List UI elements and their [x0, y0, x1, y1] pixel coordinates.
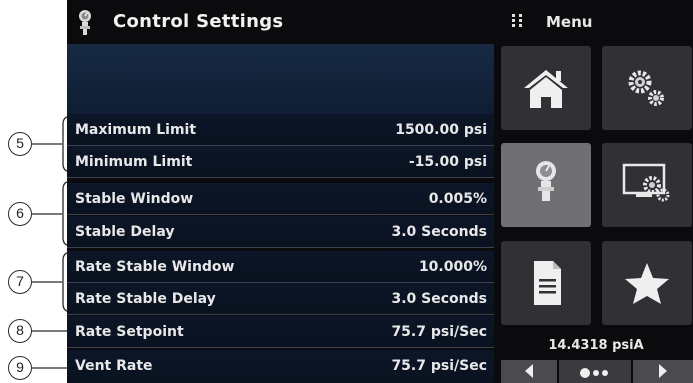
callout-5: 5 [8, 132, 32, 156]
setting-value: 75.7 psi/Sec [391, 358, 487, 374]
setting-row-vent-rate[interactable]: Vent Rate 75.7 psi/Sec [67, 350, 494, 383]
setting-row-minimum-limit[interactable]: Minimum Limit -15.00 psi [67, 146, 494, 178]
home-tile[interactable] [501, 46, 591, 130]
menu-label: Menu [546, 13, 593, 31]
document-tile[interactable] [501, 241, 591, 325]
setting-row-rate-setpoint[interactable]: Rate Setpoint 75.7 psi/Sec [67, 316, 494, 348]
menu-header[interactable]: Menu [499, 0, 693, 44]
page-title: Control Settings [113, 11, 284, 32]
setting-row-maximum-limit[interactable]: Maximum Limit 1500.00 psi [67, 114, 494, 146]
display-settings-icon [622, 163, 670, 202]
gears-icon [628, 70, 664, 106]
setting-value: 75.7 psi/Sec [391, 324, 487, 340]
header-band [67, 44, 494, 114]
setting-label: Rate Stable Window [75, 259, 235, 275]
menu-grid-icon [512, 14, 522, 27]
setting-label: Vent Rate [75, 358, 153, 374]
chevron-right-icon [659, 364, 667, 378]
setting-row-rate-stable-window[interactable]: Rate Stable Window 10.000% [67, 251, 494, 283]
callout-9: 9 [8, 356, 32, 380]
setting-label: Minimum Limit [75, 154, 193, 170]
callout-8: 8 [8, 319, 32, 343]
star-icon [625, 263, 669, 304]
setting-label: Rate Stable Delay [75, 291, 216, 307]
title-bar: Control Settings [67, 0, 499, 44]
device-screen: Control Settings Maximum Limit 1500.00 p… [67, 0, 693, 383]
document-icon [534, 261, 561, 305]
setting-row-rate-stable-delay[interactable]: Rate Stable Delay 3.0 Seconds [67, 283, 494, 315]
pressure-reading: 14.4318 psiA [548, 338, 644, 353]
page-dots-icon [580, 368, 608, 378]
home-icon [524, 70, 568, 108]
control-tile[interactable] [501, 143, 591, 227]
setting-value: 3.0 Seconds [391, 291, 488, 307]
setting-value: -15.00 psi [408, 154, 487, 170]
page-indicator [559, 360, 631, 383]
setting-label: Stable Window [75, 191, 194, 207]
callout-6: 6 [8, 202, 32, 226]
callout-7: 7 [8, 270, 32, 294]
setting-value: 10.000% [418, 259, 487, 275]
setting-value: 3.0 Seconds [391, 224, 488, 240]
gauge-icon [79, 10, 91, 35]
setting-row-stable-window[interactable]: Stable Window 0.005% [67, 183, 494, 215]
setting-label: Stable Delay [75, 224, 175, 240]
favorites-tile[interactable] [602, 241, 692, 325]
setting-value: 1500.00 psi [395, 122, 487, 138]
nav-left-button[interactable] [501, 360, 557, 383]
display-settings-tile[interactable] [602, 143, 692, 227]
setting-value: 0.005% [428, 191, 487, 207]
gauge-icon [536, 161, 556, 201]
setting-label: Maximum Limit [75, 122, 197, 138]
nav-right-button[interactable] [633, 360, 693, 383]
settings-tile[interactable] [602, 46, 692, 130]
chevron-left-icon [525, 364, 533, 378]
setting-row-stable-delay[interactable]: Stable Delay 3.0 Seconds [67, 216, 494, 248]
setting-label: Rate Setpoint [75, 324, 184, 340]
